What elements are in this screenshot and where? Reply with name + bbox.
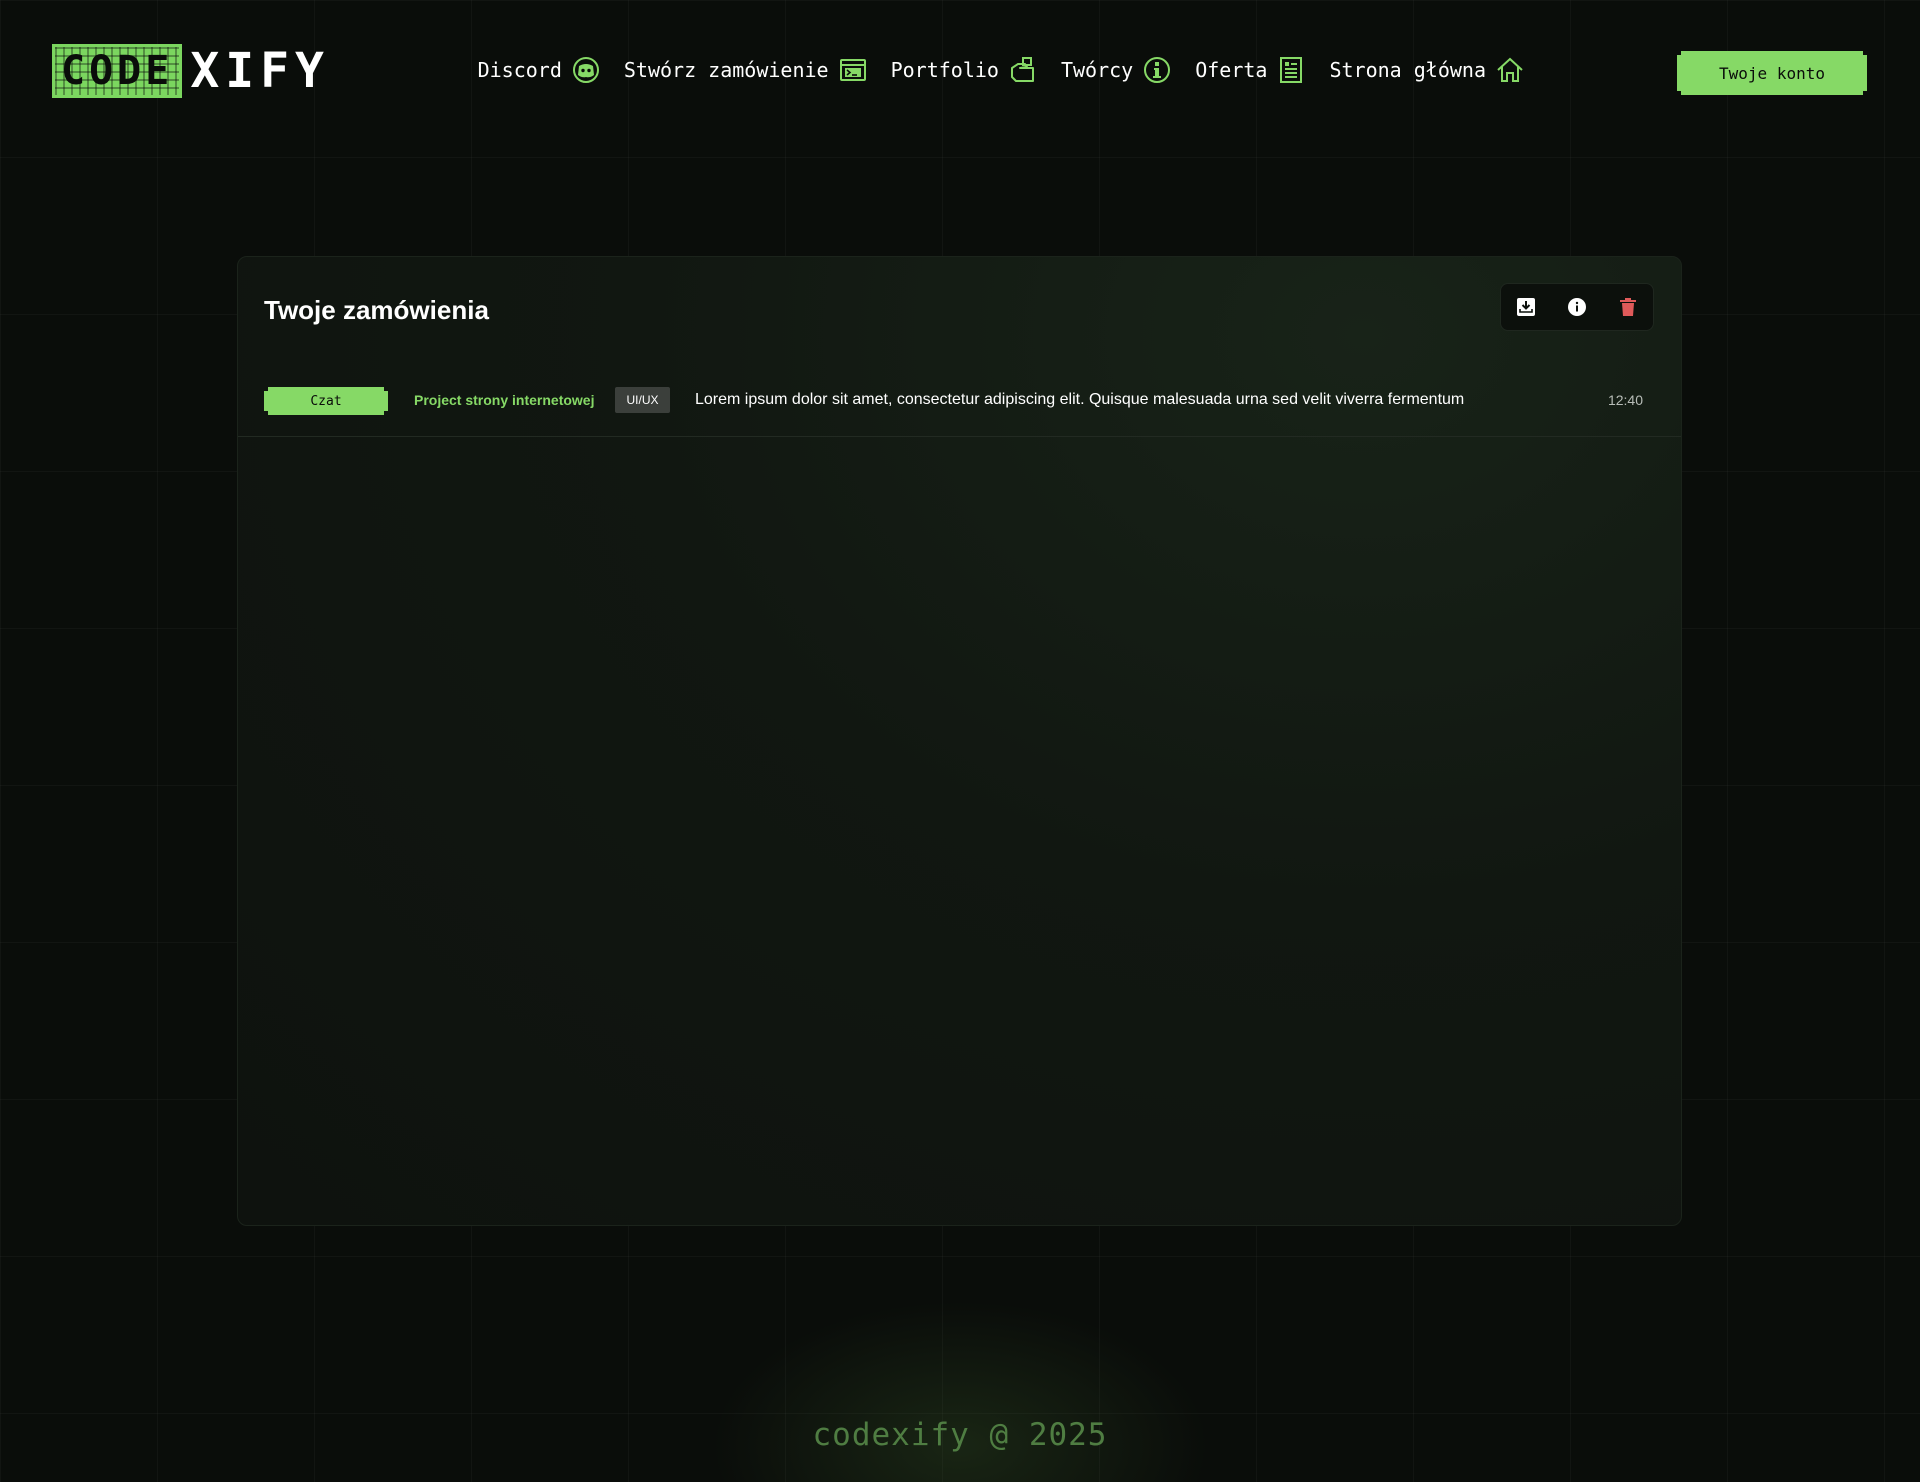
main-nav: Discord Stwórz zamówienie Portfolio Twór… xyxy=(478,56,1524,84)
footer-glow xyxy=(710,1300,1210,1482)
trash-icon xyxy=(1619,298,1636,316)
nav-item-home[interactable]: Strona główna xyxy=(1329,56,1524,84)
logo-part-code: CODE xyxy=(61,48,174,94)
account-button[interactable]: Twoje konto xyxy=(1677,51,1867,95)
nav-item-label: Oferta xyxy=(1195,58,1268,82)
info-button[interactable] xyxy=(1559,289,1595,325)
hand-icon xyxy=(1010,57,1034,82)
logo[interactable]: CODE XIFY xyxy=(52,44,330,98)
order-project-name[interactable]: Project strony internetowej xyxy=(414,392,594,408)
footer-copyright: codexify @ 2025 xyxy=(812,1417,1108,1453)
browser-window-icon xyxy=(839,59,866,81)
nav-item-label: Portfolio xyxy=(890,58,999,82)
info-icon xyxy=(1567,298,1586,316)
info-icon xyxy=(1144,57,1171,83)
nav-item-label: Strona główna xyxy=(1329,58,1486,82)
chat-button[interactable]: Czat xyxy=(264,387,388,415)
download-button[interactable] xyxy=(1508,289,1544,325)
nav-item-label: Twórcy xyxy=(1060,58,1134,82)
download-icon xyxy=(1517,298,1536,316)
nav-item-offer[interactable]: Oferta xyxy=(1195,56,1305,84)
nav-item-discord[interactable]: Discord xyxy=(478,56,600,84)
document-list-icon xyxy=(1280,57,1303,83)
order-description: Lorem ipsum dolor sit amet, consectetur … xyxy=(695,391,1465,408)
logo-part-xify: XIFY xyxy=(190,43,330,99)
home-icon xyxy=(1497,57,1523,82)
nav-item-create-order[interactable]: Stwórz zamówienie xyxy=(624,56,867,84)
logo-code-block: CODE xyxy=(52,44,183,98)
nav-item-label: Stwórz zamówienie xyxy=(623,58,829,82)
delete-button[interactable] xyxy=(1610,289,1646,325)
table-row: Czat Project strony internetowej UI/UX L… xyxy=(238,387,1681,437)
page-title: Twoje zamówienia xyxy=(264,295,489,325)
nav-item-portfolio[interactable]: Portfolio xyxy=(891,56,1037,84)
discord-icon xyxy=(572,57,599,83)
nav-item-label: Discord xyxy=(477,58,562,82)
order-category-tag: UI/UX xyxy=(615,387,670,413)
order-time: 12:40 xyxy=(1607,392,1643,408)
orders-panel: Twoje zamówienia Czat Project strony int… xyxy=(237,256,1682,1226)
orders-toolbar xyxy=(1500,283,1654,331)
nav-item-creators[interactable]: Twórcy xyxy=(1061,56,1171,84)
site-header: CODE XIFY Discord Stwórz zamówienie Port… xyxy=(0,0,1920,150)
